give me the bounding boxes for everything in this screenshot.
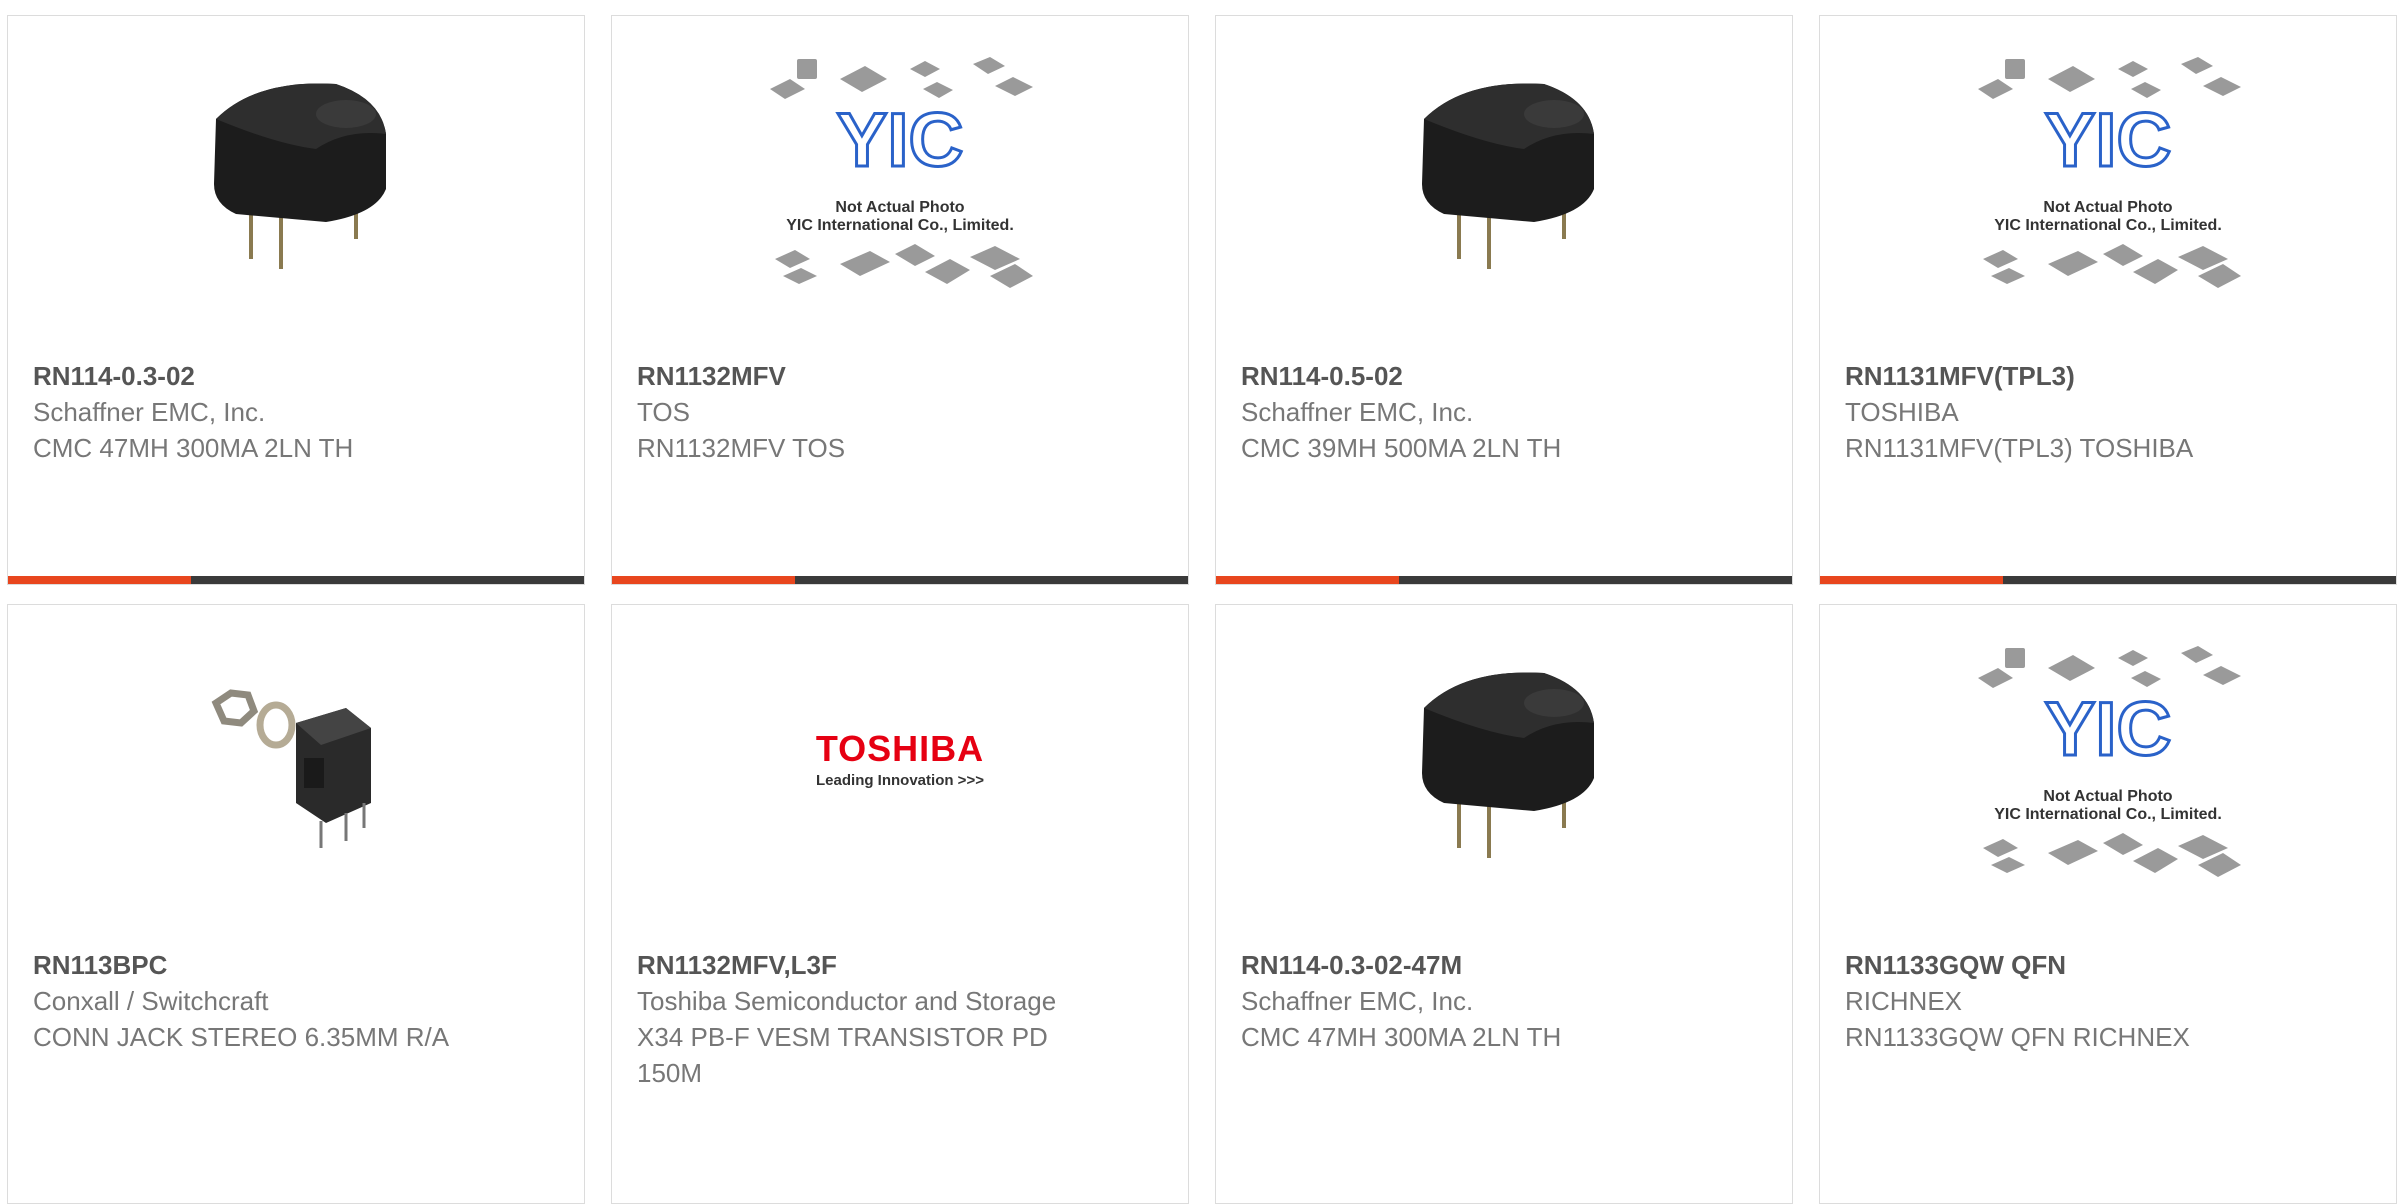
part-number[interactable]: RN1132MFV bbox=[637, 358, 1163, 394]
placeholder-line1: Not Actual Photo bbox=[2043, 788, 2172, 805]
product-card[interactable]: YIC Not Actual Photo YIC International C… bbox=[611, 15, 1189, 585]
part-number[interactable]: RN1133GQW QFN bbox=[1845, 947, 2371, 983]
product-card[interactable]: RN114-0.3-02 Schaffner EMC, Inc. CMC 47M… bbox=[7, 15, 585, 585]
description: RN1131MFV(TPL3) TOSHIBA bbox=[1845, 433, 2194, 463]
card-accent bbox=[612, 576, 795, 584]
product-card[interactable]: YIC Not Actual Photo YIC International C… bbox=[1819, 604, 2397, 1204]
choke-coil-icon[interactable] bbox=[8, 66, 584, 281]
manufacturer: Schaffner EMC, Inc. bbox=[1241, 986, 1474, 1016]
audio-jack-icon[interactable] bbox=[8, 655, 584, 870]
product-card[interactable]: RN114-0.3-02-47M Schaffner EMC, Inc. CMC… bbox=[1215, 604, 1793, 1204]
manufacturer: Schaffner EMC, Inc. bbox=[33, 397, 266, 427]
part-number[interactable]: RN114-0.3-02 bbox=[33, 358, 559, 394]
part-number[interactable]: RN114-0.5-02 bbox=[1241, 358, 1767, 394]
choke-coil-icon[interactable] bbox=[1216, 66, 1792, 281]
description: CONN JACK STEREO 6.35MM R/A bbox=[33, 1022, 450, 1052]
choke-coil-icon[interactable] bbox=[1216, 655, 1792, 870]
placeholder-image[interactable]: YIC Not Actual Photo YIC International C… bbox=[1820, 645, 2396, 877]
description: CMC 39MH 500MA 2LN TH bbox=[1241, 433, 1562, 463]
part-number[interactable]: RN1131MFV(TPL3) bbox=[1845, 358, 2371, 394]
description: CMC 47MH 300MA 2LN TH bbox=[33, 433, 354, 463]
part-number[interactable]: RN114-0.3-02-47M bbox=[1241, 947, 1767, 983]
manufacturer: TOS bbox=[637, 397, 690, 427]
manufacturer: RICHNEX bbox=[1845, 986, 1963, 1016]
product-card[interactable]: YIC Not Actual Photo YIC International C… bbox=[1819, 15, 2397, 585]
yic-logo: YIC bbox=[837, 98, 964, 183]
description: RN1133GQW QFN RICHNEX bbox=[1845, 1022, 2190, 1052]
manufacturer: Toshiba Semiconductor and Storage bbox=[637, 986, 1057, 1016]
placeholder-line1: Not Actual Photo bbox=[835, 199, 964, 216]
description: CMC 47MH 300MA 2LN TH bbox=[1241, 1022, 1562, 1052]
product-card[interactable]: TOSHIBA Leading Innovation >>> RN1132MFV… bbox=[611, 604, 1189, 1204]
description: X34 PB-F VESM TRANSISTOR PD 150M bbox=[637, 1022, 1048, 1088]
yic-logo: YIC bbox=[2045, 98, 2172, 183]
card-accent bbox=[1820, 576, 2003, 584]
placeholder-image[interactable]: YIC Not Actual Photo YIC International C… bbox=[1820, 56, 2396, 288]
part-number[interactable]: RN113BPC bbox=[33, 947, 559, 983]
toshiba-logo[interactable]: TOSHIBA Leading Innovation >>> bbox=[612, 655, 1188, 870]
toshiba-tagline: Leading Innovation >>> bbox=[816, 772, 984, 789]
card-bottom-bar bbox=[1820, 576, 2396, 584]
placeholder-line2: YIC International Co., Limited. bbox=[1994, 217, 2222, 234]
card-bottom-bar bbox=[1216, 576, 1792, 584]
product-card[interactable]: RN114-0.5-02 Schaffner EMC, Inc. CMC 39M… bbox=[1215, 15, 1793, 585]
product-card[interactable]: RN113BPC Conxall / Switchcraft CONN JACK… bbox=[7, 604, 585, 1204]
card-accent bbox=[1216, 576, 1399, 584]
manufacturer: TOSHIBA bbox=[1845, 397, 1959, 427]
description: RN1132MFV TOS bbox=[637, 433, 846, 463]
manufacturer: Conxall / Switchcraft bbox=[33, 986, 269, 1016]
manufacturer: Schaffner EMC, Inc. bbox=[1241, 397, 1474, 427]
part-number[interactable]: RN1132MFV,L3F bbox=[637, 947, 1163, 983]
toshiba-brand: TOSHIBA bbox=[816, 728, 984, 769]
placeholder-line2: YIC International Co., Limited. bbox=[1994, 806, 2222, 823]
placeholder-line1: Not Actual Photo bbox=[2043, 199, 2172, 216]
placeholder-line2: YIC International Co., Limited. bbox=[786, 217, 1014, 234]
card-bottom-bar bbox=[612, 576, 1188, 584]
placeholder-image[interactable]: YIC Not Actual Photo YIC International C… bbox=[612, 56, 1188, 288]
card-bottom-bar bbox=[8, 576, 584, 584]
card-accent bbox=[8, 576, 191, 584]
yic-logo: YIC bbox=[2045, 687, 2172, 772]
